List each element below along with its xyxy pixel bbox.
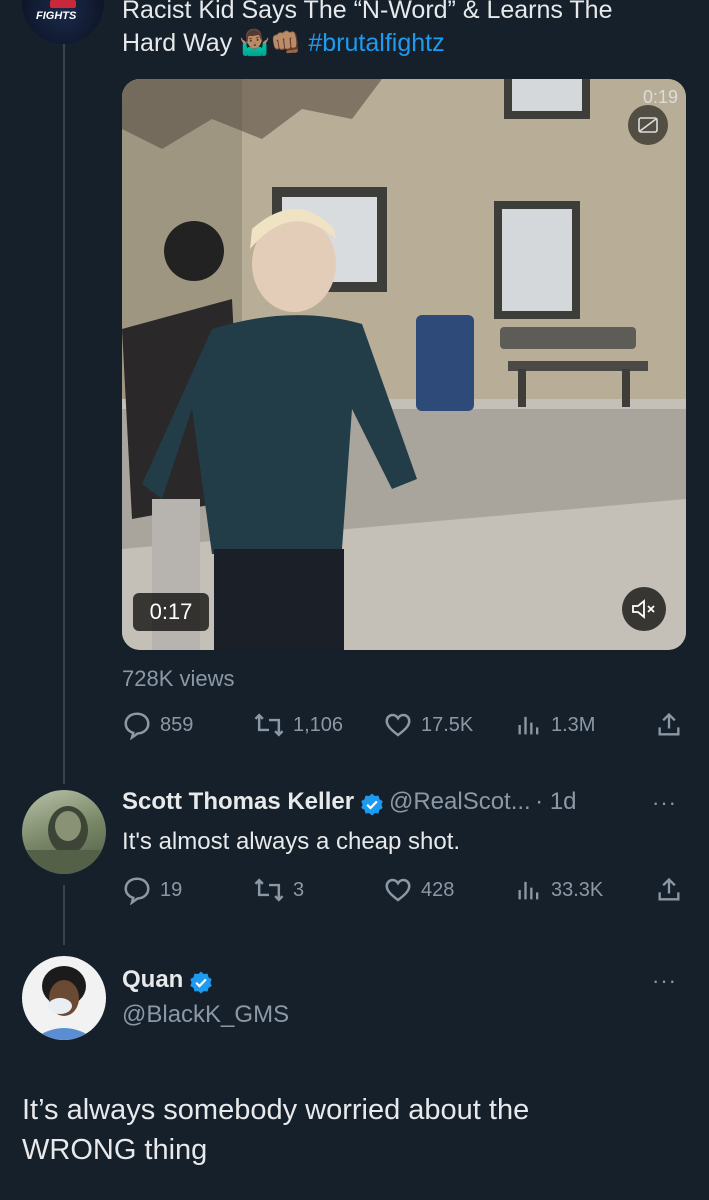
quan-avatar[interactable] <box>22 956 106 1040</box>
retweet-icon <box>254 878 284 902</box>
reply-retweet-button[interactable]: 3 <box>253 875 304 905</box>
main-header-name: Quan <box>122 966 214 996</box>
like-button[interactable]: 17.5K <box>383 710 473 740</box>
main-text-line2: WRONG thing <box>22 1134 208 1166</box>
reply-like-count: 428 <box>421 878 455 901</box>
reply-like-button[interactable]: 428 <box>383 875 454 905</box>
quan-avatar-portrait <box>32 966 96 1040</box>
video-elapsed-time: 0:17 <box>133 593 209 631</box>
original-tweet-text: Racist Kid Says The “N-Word” & Learns Th… <box>122 0 612 60</box>
heart-icon <box>385 713 411 737</box>
verified-badge-icon <box>190 971 212 994</box>
video-frame <box>122 79 686 650</box>
views-button[interactable]: 1.3M <box>515 710 595 740</box>
share-button[interactable] <box>655 710 683 740</box>
scott-avatar-portrait <box>22 806 106 874</box>
original-title-line1: Racist Kid Says The “N-Word” & Learns Th… <box>122 0 613 24</box>
reply-timestamp[interactable]: · 1d <box>535 788 576 815</box>
reply-views-count: 33.3K <box>551 878 604 901</box>
kid-pants <box>214 549 344 650</box>
main-author-name[interactable]: Quan <box>122 966 183 993</box>
like-count: 17.5K <box>421 713 474 736</box>
main-author-handle[interactable]: @BlackK_GMS <box>122 1001 289 1029</box>
mute-button[interactable] <box>622 587 666 631</box>
speaker-muted-icon <box>632 599 655 619</box>
reply-header: Scott Thomas Keller @RealScot... · 1d <box>122 788 577 818</box>
verified-badge-icon <box>360 793 383 816</box>
original-title-line2-wrap: Hard Way 🤷🏽‍♂️👊🏽 #brutalfightz <box>122 27 612 60</box>
captions-off-icon <box>638 117 658 133</box>
retweet-button[interactable]: 1,106 <box>253 710 343 740</box>
reply-reply-button[interactable]: 19 <box>122 875 182 905</box>
bench <box>500 327 636 349</box>
reply-reply-count: 19 <box>160 878 183 901</box>
heart-icon <box>385 878 411 902</box>
reply-text: It's almost always a cheap shot. <box>122 828 461 855</box>
avatar-label: FIGHTS <box>36 10 77 22</box>
original-title-line2: Hard Way 🤷🏽‍♂️👊🏽 <box>122 29 302 57</box>
video-player[interactable]: 0:19 <box>122 79 686 650</box>
retweet-icon <box>254 713 284 737</box>
main-text-line1: It’s always somebody worried about the <box>22 1094 530 1126</box>
reply-author-handle[interactable]: @RealScot... <box>389 788 531 815</box>
reply-count: 859 <box>160 713 194 736</box>
hashtag-link[interactable]: #brutalfightz <box>308 29 444 57</box>
share-icon <box>658 877 680 901</box>
views-count: 728K views <box>122 666 235 691</box>
brutalfightz-avatar[interactable]: FIGHTS <box>22 0 104 44</box>
share-icon <box>658 712 680 736</box>
thread-line-bottom <box>63 885 65 945</box>
reply-author-name[interactable]: Scott Thomas Keller <box>122 788 354 815</box>
trash-can <box>416 315 474 411</box>
views-action-count: 1.3M <box>551 713 596 736</box>
retweet-count: 1,106 <box>293 713 344 736</box>
scott-avatar[interactable] <box>22 790 106 874</box>
analytics-icon <box>518 881 539 900</box>
thread-line-top <box>63 44 65 784</box>
background-person-head <box>164 221 224 281</box>
reply-views-button[interactable]: 33.3K <box>515 875 603 905</box>
reply-icon <box>124 712 150 740</box>
main-more-icon[interactable]: ··· <box>652 968 677 994</box>
reply-more-icon[interactable]: ··· <box>652 790 677 816</box>
main-tweet-text: It’s always somebody worried about the W… <box>22 1090 529 1170</box>
reply-button[interactable]: 859 <box>122 710 193 740</box>
analytics-icon <box>518 716 539 735</box>
reply-icon <box>124 877 150 905</box>
reply-share-button[interactable] <box>655 875 683 905</box>
captions-button[interactable] <box>628 105 668 145</box>
reply-retweet-count: 3 <box>293 878 305 901</box>
avatar-emblem <box>50 0 76 8</box>
